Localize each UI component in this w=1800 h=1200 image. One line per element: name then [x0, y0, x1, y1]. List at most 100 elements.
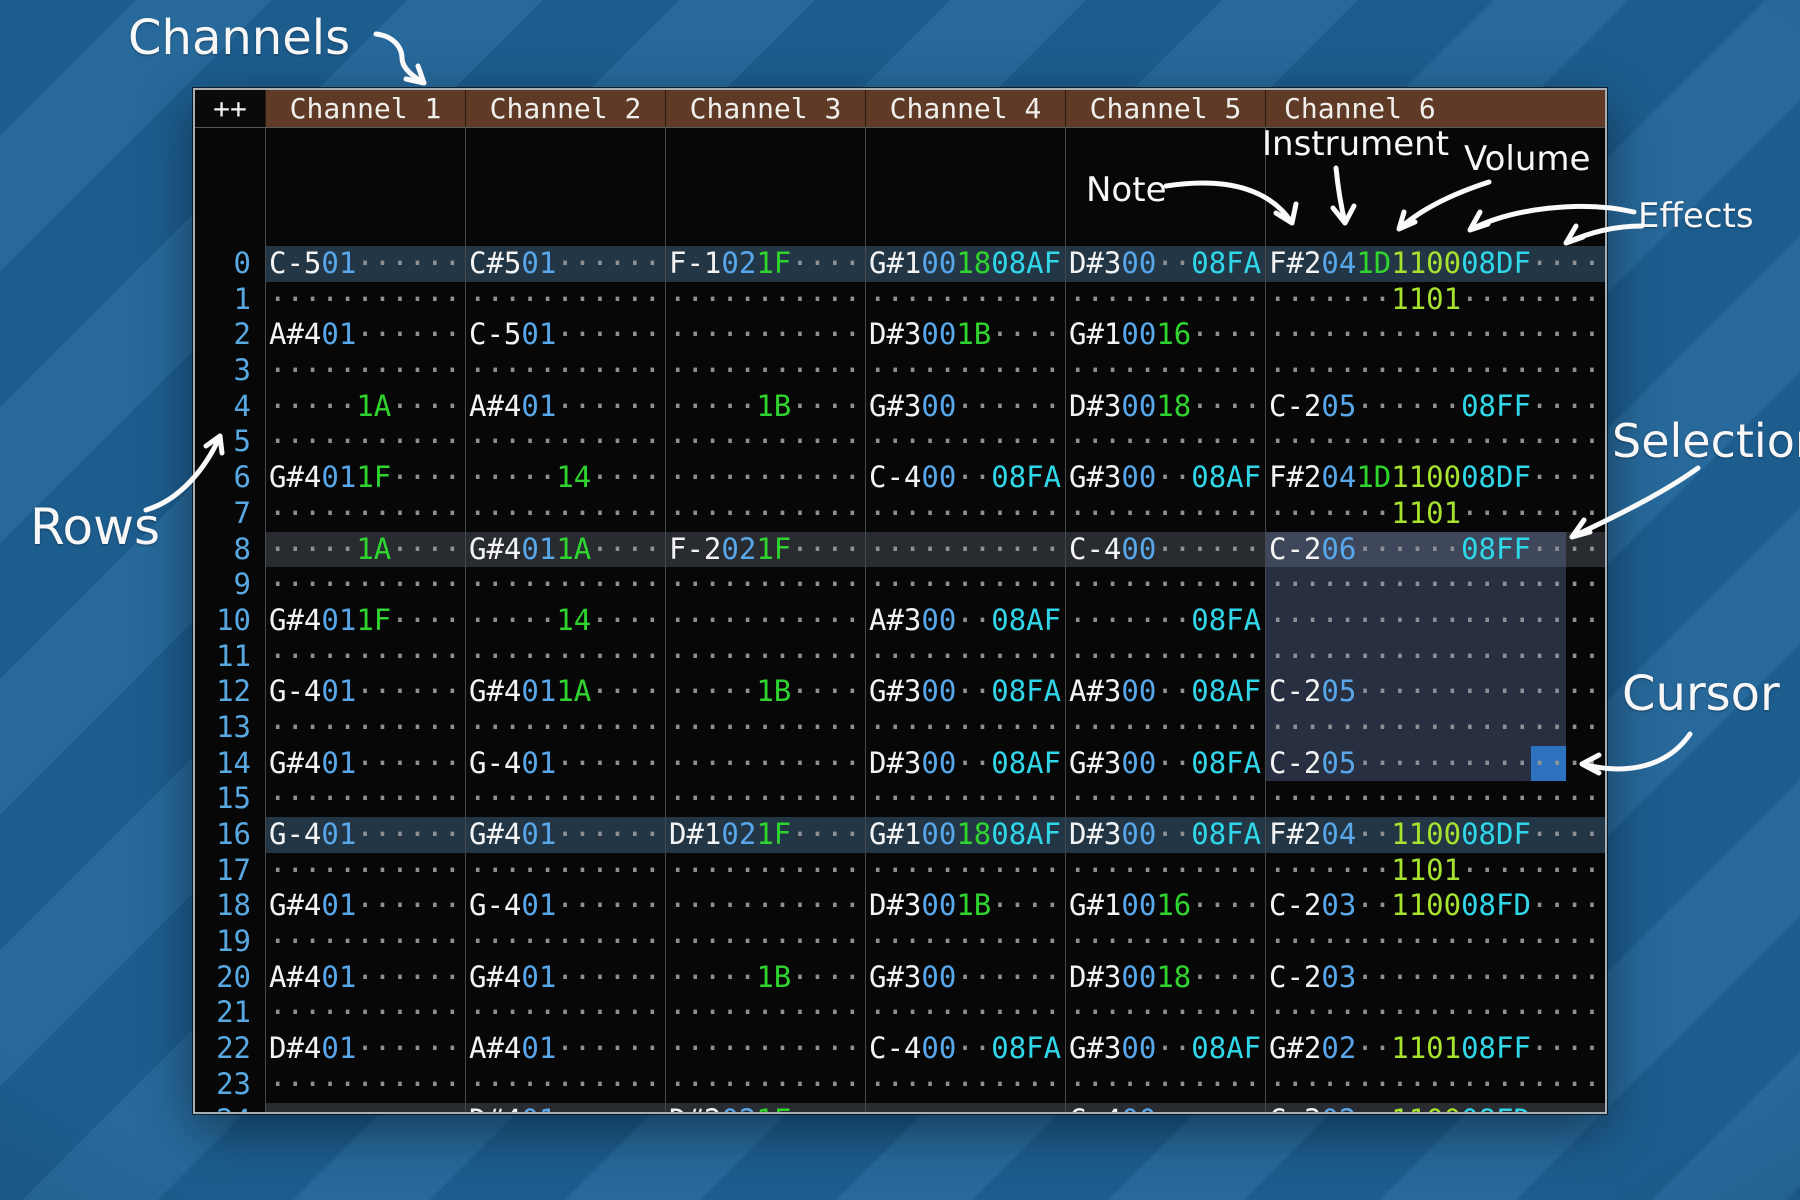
pattern-cell-ch6[interactable]: C-205·············· — [1265, 674, 1605, 710]
pattern-cell-ch6[interactable]: ··················· — [1265, 317, 1605, 353]
pattern-cell-ch3[interactable]: ·····1B···· — [665, 960, 865, 996]
pattern-cell-ch1[interactable]: D#401······ — [265, 1031, 465, 1067]
pattern-cell-ch5[interactable]: ··········· — [1065, 781, 1265, 817]
pattern-cell-ch1[interactable]: ··········· — [265, 282, 465, 318]
pattern-cell-ch2[interactable]: G#401······ — [465, 817, 665, 853]
pattern-cell-ch1[interactable]: G#401······ — [265, 888, 465, 924]
pattern-cell-ch2[interactable]: ··········· — [465, 639, 665, 675]
pattern-cell-ch1[interactable]: ··········· — [265, 567, 465, 603]
pattern-cell-ch2[interactable]: ··········· — [465, 496, 665, 532]
pattern-cell-ch2[interactable]: C-501······ — [465, 317, 665, 353]
pattern-cell-ch6[interactable]: F#2041D110008DF···· — [1265, 246, 1605, 282]
pattern-cell-ch3[interactable]: ·····1B···· — [665, 389, 865, 425]
pattern-cell-ch3[interactable]: ··········· — [665, 639, 865, 675]
pattern-cell-ch5[interactable]: ·······08FA — [1065, 603, 1265, 639]
pattern-cell-ch4[interactable]: ··········· — [865, 710, 1065, 746]
pattern-cell-ch5[interactable]: D#30018···· — [1065, 389, 1265, 425]
pattern-cell-ch3[interactable]: ··········· — [665, 888, 865, 924]
pattern-cell-ch2[interactable]: G-401······ — [465, 746, 665, 782]
pattern-cell-ch3[interactable]: ··········· — [665, 710, 865, 746]
pattern-cell-ch2[interactable]: ··········· — [465, 567, 665, 603]
pattern-cell-ch4[interactable]: ··········· — [865, 282, 1065, 318]
pattern-cell-ch3[interactable]: ··········· — [665, 1067, 865, 1103]
pattern-cell-ch6[interactable]: ·······1101········ — [1265, 853, 1605, 889]
pattern-cell-ch5[interactable]: G#300··08AF — [1065, 460, 1265, 496]
pattern-cell-ch5[interactable]: D#300··08FA — [1065, 817, 1265, 853]
channel-header-4[interactable]: Channel 4 — [865, 90, 1065, 127]
pattern-cell-ch4[interactable]: ··········· — [865, 353, 1065, 389]
pattern-cell-ch1[interactable]: G#401······ — [265, 746, 465, 782]
pattern-cell-ch5[interactable]: ··········· — [1065, 924, 1265, 960]
pattern-cell-ch4[interactable]: ··········· — [865, 1103, 1065, 1113]
pattern-cell-ch1[interactable]: G#4011F···· — [265, 460, 465, 496]
pattern-cell-ch4[interactable]: ··········· — [865, 424, 1065, 460]
pattern-cell-ch3[interactable]: D#1021F···· — [665, 817, 865, 853]
pattern-cell-ch5[interactable]: ··········· — [1065, 496, 1265, 532]
pattern-cell-ch6[interactable]: C-302··110008FD···· — [1265, 1103, 1605, 1113]
pattern-cell-ch1[interactable]: ··········· — [265, 496, 465, 532]
pattern-cell-ch3[interactable]: ··········· — [665, 282, 865, 318]
pattern-cell-ch4[interactable]: ··········· — [865, 567, 1065, 603]
pattern-cell-ch3[interactable]: ··········· — [665, 924, 865, 960]
pattern-cell-ch5[interactable]: ··········· — [1065, 424, 1265, 460]
pattern-cell-ch6[interactable]: ··················· — [1265, 639, 1605, 675]
pattern-cell-ch5[interactable]: G#10016···· — [1065, 888, 1265, 924]
pattern-cell-ch1[interactable]: ··········· — [265, 1103, 465, 1113]
pattern-cell-ch4[interactable]: ··········· — [865, 496, 1065, 532]
pattern-cell-ch1[interactable]: G-401······ — [265, 674, 465, 710]
pattern-cell-ch6[interactable]: G#202··110108FF···· — [1265, 1031, 1605, 1067]
pattern-cell-ch1[interactable]: ··········· — [265, 710, 465, 746]
pattern-cell-ch1[interactable]: ··········· — [265, 781, 465, 817]
pattern-cell-ch1[interactable]: G#4011F···· — [265, 603, 465, 639]
pattern-cell-ch6[interactable]: C-205·············· — [1265, 746, 1605, 782]
pattern-cell-ch5[interactable]: ··········· — [1065, 853, 1265, 889]
pattern-cell-ch3[interactable]: ··········· — [665, 424, 865, 460]
pattern-cell-ch3[interactable]: ·····1B···· — [665, 674, 865, 710]
pattern-cell-ch4[interactable]: ··········· — [865, 781, 1065, 817]
pattern-cell-ch3[interactable]: ··········· — [665, 317, 865, 353]
pattern-cell-ch6[interactable]: ··················· — [1265, 424, 1605, 460]
pattern-cell-ch2[interactable]: ··········· — [465, 781, 665, 817]
pattern-cell-ch3[interactable]: ··········· — [665, 995, 865, 1031]
pattern-cell-ch4[interactable]: D#3001B···· — [865, 888, 1065, 924]
pattern-cell-ch5[interactable]: C-400······ — [1065, 1103, 1265, 1113]
pattern-cell-ch5[interactable]: G#300··08AF — [1065, 1031, 1265, 1067]
pattern-cell-ch4[interactable]: ··········· — [865, 853, 1065, 889]
pattern-cell-ch1[interactable]: C-501······ — [265, 246, 465, 282]
pattern-cell-ch1[interactable]: ·····1A···· — [265, 532, 465, 568]
pattern-cell-ch2[interactable]: D#401······ — [465, 1103, 665, 1113]
channel-header-2[interactable]: Channel 2 — [465, 90, 665, 127]
pattern-cell-ch5[interactable]: ··········· — [1065, 639, 1265, 675]
pattern-cell-ch6[interactable]: ··················· — [1265, 924, 1605, 960]
pattern-cell-ch1[interactable]: A#401······ — [265, 960, 465, 996]
pattern-cell-ch2[interactable]: ··········· — [465, 924, 665, 960]
pattern-cell-ch3[interactable]: ··········· — [665, 781, 865, 817]
pattern-cell-ch6[interactable]: C-203·············· — [1265, 960, 1605, 996]
pattern-cell-ch6[interactable]: ··················· — [1265, 995, 1605, 1031]
pattern-cell-ch2[interactable]: ··········· — [465, 353, 665, 389]
pattern-cell-ch2[interactable]: A#401······ — [465, 1031, 665, 1067]
pattern-cell-ch6[interactable]: C-203··110008FD···· — [1265, 888, 1605, 924]
pattern-cell-ch4[interactable]: ··········· — [865, 1067, 1065, 1103]
pattern-cell-ch4[interactable]: G#1001808AF — [865, 817, 1065, 853]
pattern-cell-ch1[interactable]: ··········· — [265, 353, 465, 389]
pattern-cell-ch3[interactable]: ··········· — [665, 460, 865, 496]
pattern-cell-ch6[interactable]: C-206······08FF···· — [1265, 532, 1605, 568]
pattern-cell-ch5[interactable]: A#300··08AF — [1065, 674, 1265, 710]
pattern-cell-ch5[interactable]: C-400······ — [1065, 532, 1265, 568]
pattern-cell-ch6[interactable]: ··················· — [1265, 567, 1605, 603]
pattern-cell-ch3[interactable]: ··········· — [665, 853, 865, 889]
pattern-cell-ch6[interactable]: ··················· — [1265, 710, 1605, 746]
pattern-cell-ch4[interactable]: ··········· — [865, 995, 1065, 1031]
pattern-cell-ch4[interactable]: C-400··08FA — [865, 1031, 1065, 1067]
pattern-cell-ch4[interactable]: ··········· — [865, 924, 1065, 960]
pattern-cell-ch4[interactable]: D#300··08AF — [865, 746, 1065, 782]
pattern-cell-ch1[interactable]: ··········· — [265, 639, 465, 675]
pattern-cell-ch3[interactable]: D#2021F···· — [665, 1103, 865, 1113]
channel-header-6[interactable]: Channel 6 — [1265, 90, 1605, 127]
pattern-cell-ch3[interactable]: ··········· — [665, 603, 865, 639]
pattern-cell-ch2[interactable]: ··········· — [465, 853, 665, 889]
pattern-cell-ch5[interactable]: ··········· — [1065, 710, 1265, 746]
pattern-cell-ch1[interactable]: ·····1A···· — [265, 389, 465, 425]
pattern-cell-ch4[interactable]: A#300··08AF — [865, 603, 1065, 639]
